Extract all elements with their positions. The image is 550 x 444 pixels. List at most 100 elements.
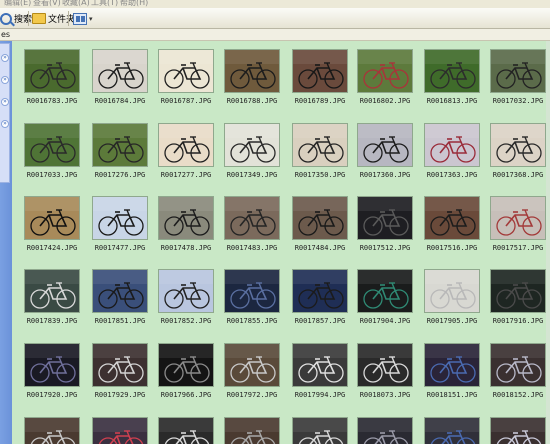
thumbnail[interactable] [158,196,214,240]
thumbnail[interactable] [24,123,80,167]
file-name-label[interactable]: R0017517.JPG [485,244,550,252]
file-name-label[interactable]: R0016789.JPG [287,97,353,105]
file-name-label[interactable]: R0018151.JPG [419,391,485,399]
file-name-label[interactable]: R0017484.JPG [287,244,353,252]
chevron-icon[interactable]: » [1,98,9,106]
thumbnail[interactable] [24,417,80,444]
chevron-icon[interactable]: » [1,120,9,128]
thumbnail[interactable] [158,49,214,93]
thumbnail[interactable] [424,196,480,240]
file-name-label[interactable]: R0017994.JPG [287,391,353,399]
menu-item-help[interactable]: 帮助(H) [120,0,148,8]
thumbnail[interactable] [224,123,280,167]
thumbnail[interactable] [357,49,413,93]
thumbnail[interactable] [490,49,546,93]
thumbnail[interactable] [158,417,214,444]
file-name-label[interactable]: R0017852.JPG [153,317,219,325]
thumbnail[interactable] [92,343,148,387]
thumbnail[interactable] [24,49,80,93]
thumbnail[interactable] [490,343,546,387]
thumbnail[interactable] [357,343,413,387]
address-bar[interactable]: es [0,29,550,41]
file-name-label[interactable]: R0017349.JPG [219,171,285,179]
file-name-label[interactable]: R0016783.JPG [19,97,85,105]
file-name-label[interactable]: R0017512.JPG [352,244,418,252]
file-name-label[interactable]: R0016788.JPG [219,97,285,105]
thumbnail[interactable] [424,269,480,313]
thumbnail[interactable] [292,417,348,444]
thumbnail[interactable] [224,417,280,444]
file-name-label[interactable]: R0017905.JPG [419,317,485,325]
chevron-icon[interactable]: » [1,76,9,84]
thumbnail[interactable] [292,123,348,167]
thumbnail[interactable] [92,49,148,93]
views-button[interactable]: ▾ [73,10,93,27]
menu-item-view[interactable]: 查看(V) [33,0,61,8]
thumbnail[interactable] [92,123,148,167]
file-name-label[interactable]: R0017920.JPG [19,391,85,399]
thumbnail[interactable] [357,417,413,444]
file-name-label[interactable]: R0017363.JPG [419,171,485,179]
file-name-label[interactable]: R0017424.JPG [19,244,85,252]
thumbnail[interactable] [357,269,413,313]
menu-item-favorites[interactable]: 收藏(A) [62,0,90,8]
file-name-label[interactable]: R0017276.JPG [87,171,153,179]
file-name-label[interactable]: R0016813.JPG [419,97,485,105]
file-name-label[interactable]: R0017966.JPG [153,391,219,399]
file-name-label[interactable]: R0017516.JPG [419,244,485,252]
thumbnail[interactable] [424,49,480,93]
thumbnail[interactable] [292,343,348,387]
thumbnail[interactable] [490,417,546,444]
thumbnail[interactable] [158,343,214,387]
file-name-label[interactable]: R0017477.JPG [87,244,153,252]
file-name-label[interactable]: R0017972.JPG [219,391,285,399]
thumbnail[interactable] [24,269,80,313]
file-name-label[interactable]: R0017851.JPG [87,317,153,325]
file-name-label[interactable]: R0017839.JPG [19,317,85,325]
thumbnail[interactable] [292,49,348,93]
file-name-label[interactable]: R0017855.JPG [219,317,285,325]
file-name-label[interactable]: R0017033.JPG [19,171,85,179]
thumbnail[interactable] [424,123,480,167]
menu-item-edit[interactable]: 编辑(E) [4,0,31,8]
thumbnail[interactable] [357,196,413,240]
thumbnail[interactable] [292,269,348,313]
thumbnail[interactable] [24,343,80,387]
thumbnail[interactable] [357,123,413,167]
thumbnail[interactable] [24,196,80,240]
chevron-icon[interactable]: » [1,54,9,62]
file-name-label[interactable]: R0017032.JPG [485,97,550,105]
file-name-label[interactable]: R0017857.JPG [287,317,353,325]
thumbnail[interactable] [158,269,214,313]
file-name-label[interactable]: R0017368.JPG [485,171,550,179]
thumbnail[interactable] [158,123,214,167]
file-name-label[interactable]: R0017350.JPG [287,171,353,179]
thumbnail[interactable] [92,417,148,444]
file-name-label[interactable]: R0017916.JPG [485,317,550,325]
thumbnail[interactable] [224,269,280,313]
file-name-label[interactable]: R0017929.JPG [87,391,153,399]
thumbnail[interactable] [92,196,148,240]
thumbnail[interactable] [424,343,480,387]
file-name-label[interactable]: R0017277.JPG [153,171,219,179]
thumbnail[interactable] [424,417,480,444]
file-name-label[interactable]: R0016787.JPG [153,97,219,105]
file-name-label[interactable]: R0017483.JPG [219,244,285,252]
file-name-label[interactable]: R0017478.JPG [153,244,219,252]
file-name-label[interactable]: R0018152.JPG [485,391,550,399]
vertical-scrollbar[interactable] [546,41,550,444]
thumbnail[interactable] [490,196,546,240]
thumbnail[interactable] [490,123,546,167]
thumbnail[interactable] [292,196,348,240]
menu-item-tools[interactable]: 工具(T) [91,0,118,8]
thumbnail[interactable] [224,49,280,93]
thumbnail[interactable] [224,343,280,387]
file-name-label[interactable]: R0016802.JPG [352,97,418,105]
thumbnail[interactable] [490,269,546,313]
file-name-label[interactable]: R0017904.JPG [352,317,418,325]
file-name-label[interactable]: R0018073.JPG [352,391,418,399]
thumbnail[interactable] [224,196,280,240]
file-name-label[interactable]: R0016784.JPG [87,97,153,105]
file-name-label[interactable]: R0017360.JPG [352,171,418,179]
thumbnail[interactable] [92,269,148,313]
